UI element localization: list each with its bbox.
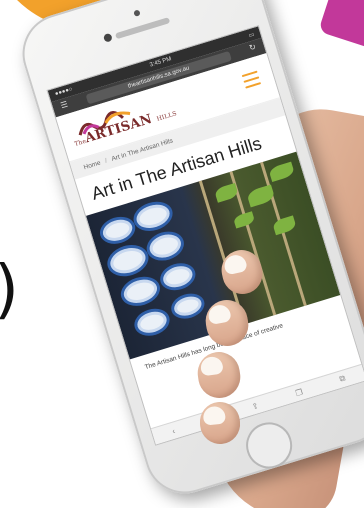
ceramic-plate [156,258,199,295]
breadcrumb-separator: / [104,157,108,165]
reader-icon[interactable]: ☰ [59,100,68,111]
foliage [232,211,256,229]
fingernail [222,253,248,276]
purple-shape [318,0,364,50]
ceramic-plate [129,196,177,236]
fingernail [202,405,227,426]
dark-arc-shape: ) [0,258,19,322]
bookmarks-icon[interactable]: ❐ [294,387,303,398]
foliage [213,182,239,203]
ceramic-plate [142,226,188,265]
fingernail [199,355,224,377]
battery-icon: ▭ [247,31,256,39]
ceramic-plate [168,289,208,323]
ceramic-plate [130,304,173,340]
smartphone: ●●●●○ 3:45 PM ▭ ☰ theartisanhills.sa.gov… [12,0,364,504]
foliage [268,161,296,182]
foliage [245,184,276,208]
photo-scene: ) ●●●●○ 3:45 PM ▭ ☰ theartisanhills.sa.g… [0,0,364,508]
foliage [271,215,297,236]
back-icon[interactable]: ‹ [171,426,176,435]
hamburger-icon[interactable] [241,70,262,89]
ceramic-plate [117,271,164,311]
fingernail [206,303,232,325]
breadcrumb-home[interactable]: Home [83,159,102,171]
share-icon[interactable]: ⇪ [251,400,260,411]
reload-icon[interactable]: ↻ [248,42,257,53]
logo-suffix: HILLS [155,110,178,123]
ceramic-plate [103,239,153,281]
tabs-icon[interactable]: ⧉ [338,373,346,384]
